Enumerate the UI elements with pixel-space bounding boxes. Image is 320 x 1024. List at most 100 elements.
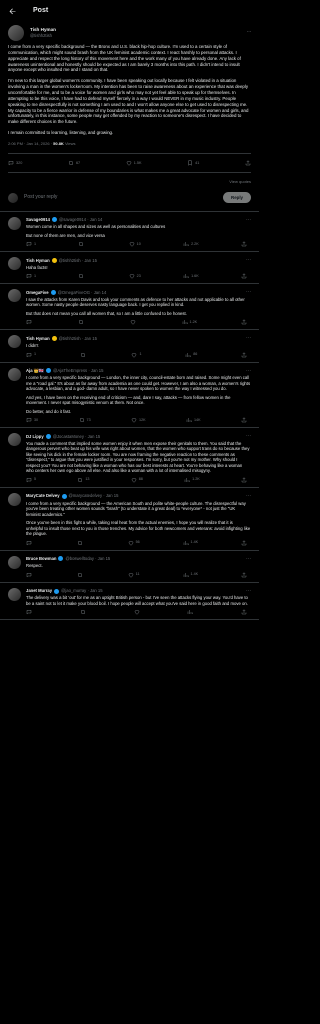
repost-action[interactable] [77, 540, 85, 546]
repost-action[interactable] [78, 319, 86, 325]
avatar[interactable] [8, 289, 21, 303]
like-action[interactable]: 1.5K [126, 160, 142, 166]
share-action[interactable] [241, 351, 249, 358]
reply-author-name[interactable]: MaryCate Delvey [26, 493, 60, 499]
post-time[interactable]: 2:06 PM · Jan 14, 2026 · [8, 141, 53, 146]
share-action[interactable] [241, 540, 249, 546]
reply-action[interactable]: 320 [8, 160, 22, 166]
views-action[interactable]: 86 [185, 352, 197, 358]
share-action[interactable] [241, 273, 249, 279]
reply-author-name[interactable]: Aja 👑🇬🇧 [26, 368, 44, 374]
share-action[interactable] [241, 609, 249, 615]
more-options-icon[interactable]: ··· [246, 368, 251, 375]
share-action[interactable] [241, 241, 249, 247]
avatar[interactable] [8, 216, 21, 230]
avatar[interactable] [8, 587, 21, 601]
avatar[interactable] [8, 25, 24, 41]
author-handle[interactable]: @tishh2tish [30, 33, 56, 39]
views-action[interactable]: 14K [186, 417, 201, 423]
reply-handle[interactable]: @boswelltoday · Jan 15 [65, 556, 110, 562]
views-action[interactable]: 1.4K [183, 572, 198, 578]
reply-handle[interactable]: @jao_murray · Jan 15 [61, 588, 103, 594]
more-options-icon[interactable]: ··· [246, 588, 251, 595]
share-action[interactable] [241, 417, 249, 423]
reply-button[interactable]: Reply [223, 191, 251, 204]
heart-action[interactable]: 11 [128, 572, 140, 578]
reply-action[interactable]: 1 [26, 273, 36, 279]
reply-action[interactable] [26, 609, 34, 615]
heart-action[interactable]: 56 [128, 540, 140, 546]
share-action[interactable] [245, 160, 251, 166]
reply-item[interactable]: Tish Hyman @tishh2tish · Jan 15 ··· I didn'… [0, 330, 259, 363]
share-action[interactable] [241, 572, 249, 578]
more-options-icon[interactable]: ··· [246, 433, 251, 440]
reply-item[interactable]: Janet Murray @jao_murray · Jan 15 ··· The d… [0, 583, 259, 621]
heart-action[interactable]: 23 [129, 273, 141, 279]
bookmark-action[interactable]: 41 [187, 160, 199, 167]
reply-action[interactable] [26, 572, 34, 578]
more-options-icon[interactable]: ··· [246, 289, 251, 296]
reply-action[interactable]: 1 [26, 352, 36, 358]
view-quotes-link[interactable]: View quotes [229, 179, 251, 184]
avatar[interactable] [8, 555, 21, 569]
repost-action[interactable] [77, 572, 85, 578]
more-options-icon[interactable]: ··· [246, 217, 251, 224]
views-action[interactable]: 2.2K [183, 241, 199, 247]
reply-author-name[interactable]: Janet Murray [26, 588, 52, 594]
repost-action[interactable] [78, 273, 86, 279]
reply-handle[interactable]: @AjaTheEmpress · Jan 15 [53, 368, 103, 374]
reply-action[interactable]: 1 [26, 241, 36, 247]
more-options-icon[interactable]: ··· [246, 335, 251, 342]
reply-item[interactable]: DJ Lippy @JocastaMoney · Jan 15 ··· You mad… [0, 428, 259, 488]
views-action[interactable]: 1.4K [183, 540, 198, 546]
reply-action[interactable] [26, 540, 34, 546]
reply-item[interactable]: Bruce Bowman @boswelltoday · Jan 15 ··· Res… [0, 551, 259, 583]
reply-author-name[interactable]: Tish Hyman [26, 258, 50, 264]
reply-action[interactable] [26, 319, 34, 325]
reply-author-name[interactable]: DJ Lippy [26, 434, 44, 440]
repost-action[interactable]: 13 [77, 477, 89, 483]
repost-action[interactable]: 73 [79, 417, 91, 423]
heart-action[interactable] [130, 319, 138, 325]
heart-action[interactable]: 10 [129, 241, 141, 247]
repost-action[interactable]: 67 [68, 160, 80, 166]
reply-author-name[interactable]: Bruce Bowman [26, 556, 56, 562]
reply-handle[interactable]: @JocastaMoney · Jan 15 [53, 434, 101, 440]
heart-action[interactable]: 88 [131, 477, 143, 483]
reply-author-name[interactable]: OmegaFive [26, 290, 49, 296]
share-action[interactable] [241, 319, 249, 325]
avatar[interactable] [8, 257, 21, 271]
heart-action[interactable]: 1 [131, 352, 142, 358]
reply-handle[interactable]: @OmegaFiveOG · Jan 14 [58, 290, 107, 296]
avatar[interactable] [8, 433, 21, 447]
avatar[interactable] [8, 335, 21, 349]
repost-action[interactable] [78, 241, 86, 247]
heart-action[interactable]: 12K [131, 417, 146, 423]
reply-action[interactable]: 30 [26, 417, 38, 423]
views-action[interactable] [187, 609, 195, 615]
reply-author-name[interactable]: Savage0914 [26, 217, 50, 223]
share-action[interactable] [241, 477, 249, 483]
more-options-icon[interactable]: ··· [247, 29, 252, 37]
more-options-icon[interactable]: ··· [246, 493, 251, 500]
repost-action[interactable] [80, 352, 88, 358]
reply-item[interactable]: Aja 👑🇬🇧 @AjaTheEmpress · Jan 15 ··· I come … [0, 363, 259, 429]
reply-handle[interactable]: @tishh2tish · Jan 15 [59, 336, 97, 342]
reply-item[interactable]: Savage0914 @savage0914 · Jan 14 ··· Women c… [0, 212, 259, 253]
reply-handle[interactable]: @tishh2tish · Jan 15 [59, 258, 97, 264]
reply-handle[interactable]: @savage0914 · Jan 14 [59, 217, 102, 223]
avatar[interactable] [8, 367, 21, 381]
reply-author-name[interactable]: Tish Hyman [26, 336, 50, 342]
reply-input[interactable]: Post your reply [24, 194, 223, 201]
heart-action[interactable] [134, 609, 142, 615]
views-action[interactable]: 1.2K [182, 319, 197, 325]
views-action[interactable]: 1.2K [184, 477, 200, 483]
reply-handle[interactable]: @marycatedelvey · Jan 15 [69, 493, 119, 499]
back-arrow-icon[interactable] [7, 6, 17, 16]
more-options-icon[interactable]: ··· [246, 556, 251, 563]
reply-item[interactable]: OmegaFive @OmegaFiveOG · Jan 14 ··· I saw t… [0, 284, 259, 331]
reply-action[interactable]: 5 [26, 477, 36, 483]
repost-action[interactable] [80, 609, 88, 615]
more-options-icon[interactable]: ··· [246, 257, 251, 264]
reply-item[interactable]: MaryCate Delvey @marycatedelvey · Jan 15 ·… [0, 488, 259, 551]
